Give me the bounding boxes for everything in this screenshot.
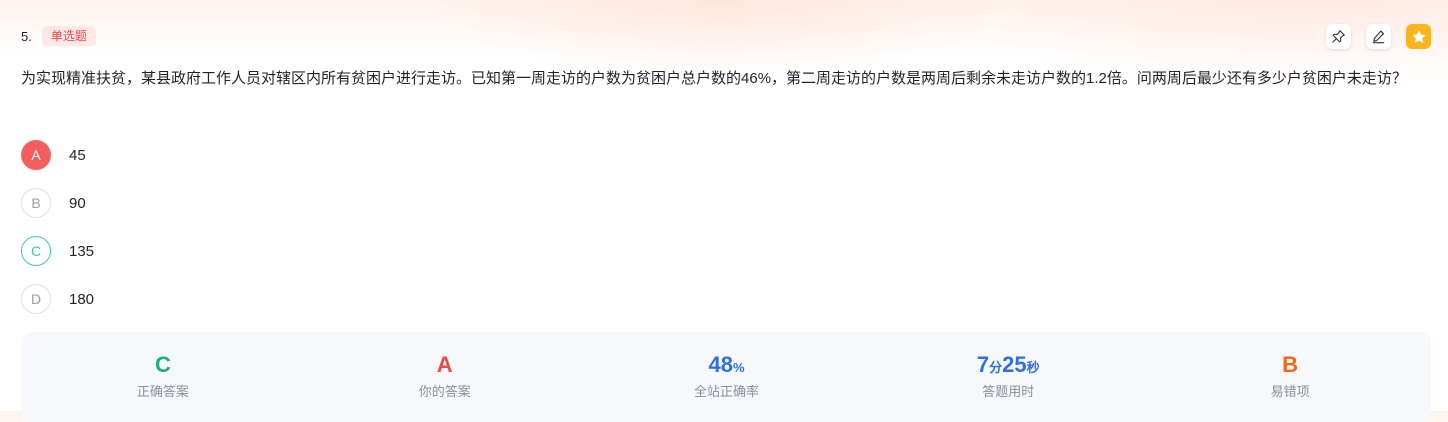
accuracy-unit: %	[732, 360, 745, 375]
option-text: 90	[69, 194, 86, 212]
option-d[interactable]: D 180	[21, 283, 94, 315]
stat-correct-answer: C 正确答案	[22, 332, 304, 422]
question-number: 5.	[21, 28, 32, 44]
question-header: 5. 单选题	[21, 26, 96, 46]
option-text: 180	[69, 290, 95, 308]
accuracy-label: 全站正确率	[693, 384, 759, 399]
question-toolbar	[1326, 24, 1431, 49]
time-seconds: 25	[1002, 352, 1027, 377]
correct-answer-value: C	[154, 352, 171, 377]
option-text: 135	[69, 242, 95, 260]
correct-answer-label: 正确答案	[136, 384, 189, 399]
your-answer-value: A	[436, 352, 453, 377]
option-b[interactable]: B 90	[21, 187, 94, 219]
option-text: 45	[69, 146, 86, 164]
common-mistake-value: B	[1282, 352, 1299, 377]
stat-time-spent: 7分25秒 答题用时	[867, 332, 1149, 422]
common-mistake-label: 易错项	[1270, 384, 1310, 399]
option-letter: C	[21, 236, 51, 266]
accuracy-value: 48%	[708, 352, 744, 378]
option-letter: D	[21, 284, 51, 314]
time-spent-value: 7分25秒	[977, 352, 1040, 378]
stat-accuracy: 48% 全站正确率	[586, 332, 868, 422]
option-letter: A	[21, 140, 51, 170]
answer-stats-panel: C 正确答案 A 你的答案 48% 全站正确率 7分25秒 答题用时 B 易错项	[22, 332, 1431, 422]
option-c[interactable]: C 135	[21, 235, 94, 267]
time-minutes: 7	[976, 352, 990, 377]
time-seconds-unit: 秒	[1026, 360, 1040, 375]
question-text: 为实现精准扶贫，某县政府工作人员对辖区内所有贫困户进行走访。已知第一周走访的户数…	[21, 70, 1407, 87]
your-answer-label: 你的答案	[418, 384, 471, 399]
question-type-badge: 单选题	[41, 26, 96, 46]
question-card: 5. 单选题 为实现精准扶贫，某县政府工作人员对辖区内所有贫困户进行走访。已知第…	[0, 0, 1448, 422]
accuracy-number: 48	[708, 352, 733, 377]
pin-icon	[1331, 29, 1346, 44]
edit-icon	[1371, 29, 1386, 44]
option-a[interactable]: A 45	[21, 139, 94, 171]
star-icon	[1412, 30, 1426, 44]
option-letter: B	[21, 188, 51, 218]
edit-note-button[interactable]	[1366, 24, 1391, 49]
favorite-button[interactable]	[1406, 24, 1431, 49]
stat-your-answer: A 你的答案	[304, 332, 586, 422]
time-minutes-unit: 分	[989, 360, 1003, 375]
pin-button[interactable]	[1326, 24, 1351, 49]
options-list: A 45 B 90 C 135 D 180	[21, 139, 94, 331]
stat-common-mistake: B 易错项	[1149, 332, 1431, 422]
time-spent-label: 答题用时	[982, 384, 1035, 399]
